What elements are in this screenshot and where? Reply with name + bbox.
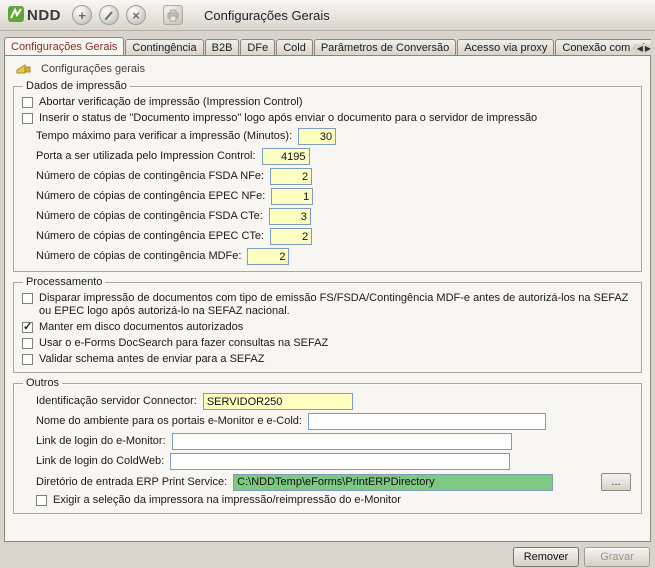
field-row: Identificação servidor Connector: — [36, 393, 633, 410]
field-label: Link de login do ColdWeb: — [36, 455, 164, 468]
field-row: Nome do ambiente para os portais e-Monit… — [36, 413, 633, 430]
checkbox-row: Abortar verificação de impressão (Impres… — [22, 96, 633, 109]
ambiente-input[interactable] — [308, 413, 546, 430]
tab-scroll-buttons: ◀ ▶ — [634, 44, 651, 53]
copias-epec-nfe-input[interactable] — [271, 188, 313, 205]
field-row: Número de cópias de contingência EPEC CT… — [36, 228, 633, 245]
tab-configuracoes-gerais[interactable]: Configurações Gerais — [4, 37, 124, 55]
copias-mdfe-input[interactable] — [247, 248, 289, 265]
field-row: Tempo máximo para verificar a impressão … — [36, 128, 633, 145]
group-processamento: Processamento Disparar impressão de docu… — [13, 276, 642, 373]
field-label: Link de login do e-Monitor: — [36, 435, 166, 448]
field-label: Número de cópias de contingência EPEC NF… — [36, 190, 265, 203]
abortar-verificacao-checkbox[interactable] — [22, 97, 33, 108]
coldweb-link-input[interactable] — [170, 453, 510, 470]
window-title: Configurações Gerais — [204, 8, 330, 23]
checkbox-label: Validar schema antes de enviar para a SE… — [39, 353, 264, 366]
field-label: Número de cópias de contingência FSDA CT… — [36, 210, 263, 223]
group-title: Processamento — [23, 276, 105, 288]
browse-button[interactable]: ... — [601, 473, 631, 491]
field-label: Número de cópias de contingência FSDA NF… — [36, 170, 264, 183]
page-heading: Configurações gerais — [5, 56, 650, 80]
copias-fsda-nfe-input[interactable] — [270, 168, 312, 185]
checkbox-label: Usar o e-Forms DocSearch para fazer cons… — [39, 337, 328, 350]
settings-icon — [15, 61, 33, 78]
tab-acesso-via-proxy[interactable]: Acesso via proxy — [457, 39, 554, 55]
close-icon[interactable]: × — [126, 5, 146, 25]
remover-button[interactable]: Remover — [513, 547, 579, 567]
gravar-button[interactable]: Gravar — [584, 547, 650, 567]
field-label: Diretório de entrada ERP Print Service: — [36, 476, 227, 489]
ndd-logo-text: NDD — [27, 7, 61, 24]
group-dados-de-impressao: Dados de impressão Abortar verificação d… — [13, 80, 642, 272]
tempo-maximo-input[interactable] — [298, 128, 336, 145]
field-row: Número de cópias de contingência FSDA NF… — [36, 168, 633, 185]
erp-directory-input[interactable] — [233, 474, 553, 491]
field-label: Nome do ambiente para os portais e-Monit… — [36, 415, 302, 428]
tab-bar: Configurações Gerais Contingência B2B DF… — [4, 37, 651, 55]
field-row: Porta a ser utilizada pelo Impression Co… — [36, 148, 633, 165]
checkbox-label: Inserir o status de "Documento impresso"… — [39, 112, 537, 125]
field-label: Número de cópias de contingência MDFe: — [36, 250, 241, 263]
add-icon[interactable]: + — [72, 5, 92, 25]
checkbox-row: Disparar impressão de documentos com tip… — [22, 292, 633, 318]
manter-disco-checkbox[interactable] — [22, 322, 33, 333]
field-row: Diretório de entrada ERP Print Service: … — [36, 473, 633, 491]
group-title: Dados de impressão — [23, 80, 130, 92]
field-row: Número de cópias de contingência EPEC NF… — [36, 188, 633, 205]
page-title: Configurações gerais — [41, 63, 145, 75]
tab-cold[interactable]: Cold — [276, 39, 313, 55]
tab-contingencia[interactable]: Contingência — [125, 39, 203, 55]
checkbox-label: Manter em disco documentos autorizados — [39, 321, 243, 334]
group-outros: Outros Identificação servidor Connector:… — [13, 377, 642, 514]
field-row: Número de cópias de contingência FSDA CT… — [36, 208, 633, 225]
group-title: Outros — [23, 377, 62, 389]
field-row: Número de cópias de contingência MDFe: — [36, 248, 633, 265]
field-row: Link de login do e-Monitor: — [36, 433, 633, 450]
checkbox-row: Manter em disco documentos autorizados — [22, 321, 633, 334]
tab-b2b[interactable]: B2B — [205, 39, 240, 55]
field-row: Link de login do ColdWeb: — [36, 453, 633, 470]
checkbox-label: Disparar impressão de documentos com tip… — [39, 292, 633, 318]
connector-input[interactable] — [203, 393, 353, 410]
checkbox-row: Usar o e-Forms DocSearch para fazer cons… — [22, 337, 633, 350]
field-label: Porta a ser utilizada pelo Impression Co… — [36, 150, 256, 163]
copias-fsda-cte-input[interactable] — [269, 208, 311, 225]
emonitor-link-input[interactable] — [172, 433, 512, 450]
print-icon[interactable] — [163, 5, 183, 25]
inserir-status-checkbox[interactable] — [22, 113, 33, 124]
field-label: Tempo máximo para verificar a impressão … — [36, 130, 292, 143]
tab-parametros-de-conversao[interactable]: Parâmetros de Conversão — [314, 39, 456, 55]
tab-scroll-right-icon[interactable]: ▶ — [645, 44, 651, 53]
ndd-logo-icon — [8, 6, 24, 25]
ndd-logo: NDD — [8, 6, 61, 25]
toolbar: NDD + × Configurações Gerais — [0, 0, 655, 31]
porta-impression-control-input[interactable] — [262, 148, 310, 165]
checkbox-label: Abortar verificação de impressão (Impres… — [39, 96, 303, 109]
tab-scroll-left-icon[interactable]: ◀ — [637, 44, 643, 53]
footer: Remover Gravar — [4, 547, 650, 567]
validar-schema-checkbox[interactable] — [22, 354, 33, 365]
docsearch-checkbox[interactable] — [22, 338, 33, 349]
tab-dfe[interactable]: DFe — [240, 39, 275, 55]
field-label: Identificação servidor Connector: — [36, 395, 197, 408]
checkbox-row: Validar schema antes de enviar para a SE… — [22, 353, 633, 366]
checkbox-row: Inserir o status de "Documento impresso"… — [22, 112, 633, 125]
checkbox-label: Exigir a seleção da impressora na impres… — [53, 494, 401, 507]
checkbox-row: Exigir a seleção da impressora na impres… — [36, 494, 633, 507]
edit-icon[interactable] — [99, 5, 119, 25]
exigir-impressora-checkbox[interactable] — [36, 495, 47, 506]
copias-epec-cte-input[interactable] — [270, 228, 312, 245]
tab-content-panel: Configurações gerais Dados de impressão … — [4, 55, 651, 542]
field-label: Número de cópias de contingência EPEC CT… — [36, 230, 264, 243]
disparar-impressao-checkbox[interactable] — [22, 293, 33, 304]
